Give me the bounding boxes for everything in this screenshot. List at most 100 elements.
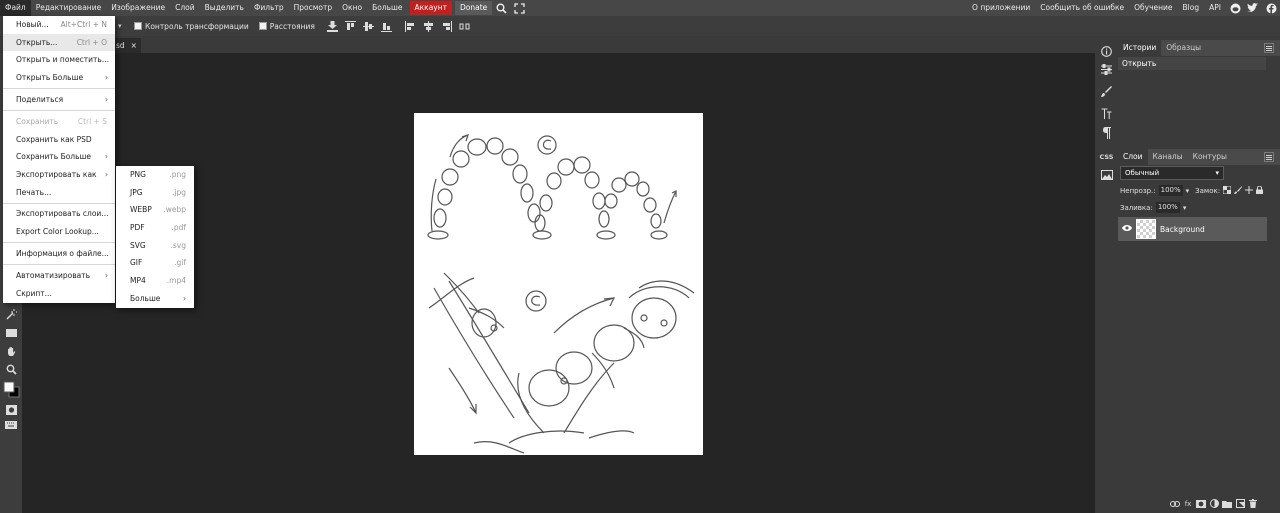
- rectangle-shape-icon[interactable]: [3, 326, 19, 340]
- quick-mask-icon[interactable]: [3, 403, 19, 417]
- link-api[interactable]: API: [1204, 0, 1226, 16]
- layer-item[interactable]: Background: [1118, 217, 1267, 241]
- info-icon[interactable]: [1098, 44, 1115, 59]
- history-item[interactable]: Открыть: [1118, 57, 1266, 70]
- adjustment-icon[interactable]: [1209, 499, 1219, 508]
- export-png[interactable]: PNG .png: [116, 166, 194, 184]
- fx-icon[interactable]: fx: [1183, 499, 1193, 508]
- menu-item-save-more[interactable]: Сохранить Больше ›: [3, 148, 115, 165]
- donate-button[interactable]: Donate: [455, 1, 493, 15]
- menu-view[interactable]: Просмотр: [289, 0, 338, 16]
- tab-paths[interactable]: Контуры: [1188, 149, 1232, 165]
- align-bottom-icon[interactable]: [379, 18, 395, 34]
- export-pdf[interactable]: PDF .pdf: [116, 219, 194, 237]
- panel-menu-icon[interactable]: [1264, 152, 1274, 162]
- lock-transparency-icon[interactable]: [1222, 185, 1232, 196]
- tab-swatches[interactable]: Образцы: [1161, 40, 1206, 56]
- menu-filter[interactable]: Фильтр: [249, 0, 289, 16]
- align-middle-icon[interactable]: [361, 18, 377, 34]
- menu-item-open-place[interactable]: Открыть и поместить...: [3, 51, 115, 68]
- menu-file[interactable]: Файл: [0, 0, 31, 16]
- checkbox-box[interactable]: [134, 22, 142, 30]
- magic-wand-icon[interactable]: [3, 307, 19, 321]
- tab-layers[interactable]: Слои: [1118, 149, 1148, 165]
- account-button[interactable]: Аккаунт: [409, 1, 453, 15]
- css-icon[interactable]: CSS: [1098, 149, 1115, 164]
- export-mp4[interactable]: MP4 .mp4: [116, 272, 194, 290]
- facebook-icon[interactable]: [1262, 0, 1280, 16]
- menu-item-export-layers[interactable]: Экспортировать слои...: [3, 205, 115, 222]
- fullscreen-icon[interactable]: [510, 0, 528, 16]
- zoom-icon[interactable]: [3, 362, 19, 376]
- lock-all-icon[interactable]: [1256, 185, 1264, 196]
- export-jpg[interactable]: JPG .jpg: [116, 184, 194, 202]
- menu-select[interactable]: Выделить: [200, 0, 249, 16]
- align-left-icon[interactable]: [403, 18, 419, 34]
- align-center-icon[interactable]: [421, 18, 437, 34]
- export-svg[interactable]: SVG .svg: [116, 237, 194, 255]
- canvas-document[interactable]: [414, 113, 703, 455]
- image-icon[interactable]: [1098, 167, 1115, 182]
- reddit-icon[interactable]: [1226, 0, 1244, 16]
- export-format-label: GIF: [130, 258, 143, 267]
- export-gif[interactable]: GIF .gif: [116, 254, 194, 272]
- brush-icon[interactable]: [1098, 84, 1115, 99]
- transform-control-checkbox[interactable]: Контроль трансформации: [134, 22, 249, 31]
- search-icon[interactable]: [492, 0, 510, 16]
- folder-icon[interactable]: [1222, 499, 1232, 508]
- menu-item-export-color-lookup[interactable]: Export Color Lookup...: [3, 223, 115, 240]
- menu-item-share[interactable]: Поделиться ›: [3, 91, 115, 108]
- download-icon[interactable]: [325, 18, 341, 34]
- panel-menu-icon[interactable]: [1264, 43, 1274, 53]
- new-layer-icon[interactable]: [1235, 499, 1245, 508]
- keyboard-icon[interactable]: [3, 418, 19, 432]
- tab-history[interactable]: Истории: [1118, 40, 1162, 56]
- align-right-icon[interactable]: [439, 18, 455, 34]
- eye-icon[interactable]: [1122, 224, 1132, 234]
- lock-move-icon[interactable]: [1245, 185, 1254, 196]
- menu-item-file-info[interactable]: Информация о файле...: [3, 245, 115, 262]
- menu-item-print[interactable]: Печать...: [3, 184, 115, 201]
- fill-input[interactable]: 100%: [1155, 202, 1180, 213]
- export-webp[interactable]: WEBP .webp: [116, 201, 194, 219]
- text-icon[interactable]: [1098, 106, 1115, 121]
- menu-window[interactable]: Окно: [337, 0, 367, 16]
- tab-channels[interactable]: Каналы: [1148, 149, 1188, 165]
- link-learn[interactable]: Обучение: [1129, 0, 1177, 16]
- tool-options-chevron-icon[interactable]: ▾: [118, 22, 126, 30]
- menu-item-save-psd[interactable]: Сохранить как PSD: [3, 131, 115, 148]
- paragraph-icon[interactable]: [1098, 125, 1115, 140]
- delete-icon[interactable]: [1248, 499, 1258, 508]
- menu-layer[interactable]: Слой: [170, 0, 200, 16]
- close-icon[interactable]: ×: [131, 41, 137, 50]
- menu-image[interactable]: Изображение: [106, 0, 170, 16]
- adjustments-icon[interactable]: [1098, 62, 1115, 77]
- align-top-icon[interactable]: [343, 18, 359, 34]
- menu-item-open-more[interactable]: Открыть Больше ›: [3, 69, 115, 86]
- menu-item-save[interactable]: Сохранить Ctrl + S: [3, 113, 115, 130]
- menu-item-automate[interactable]: Автоматизировать ›: [3, 267, 115, 284]
- opacity-input[interactable]: 100%: [1158, 185, 1183, 196]
- hand-icon[interactable]: [3, 344, 19, 358]
- mask-icon[interactable]: [1196, 499, 1206, 508]
- menu-item-open[interactable]: Открыть... Ctrl + O: [3, 34, 115, 51]
- menu-item-script[interactable]: Скрипт...: [3, 285, 115, 302]
- color-swatches-icon[interactable]: [3, 381, 21, 399]
- distribute-icon[interactable]: [457, 18, 473, 34]
- menu-item-export-as[interactable]: Экспортировать как ›: [3, 166, 115, 183]
- blend-mode-select[interactable]: Обычный ▾: [1120, 166, 1224, 180]
- link-report-bug[interactable]: Сообщить об ошибке: [1035, 0, 1129, 16]
- export-more[interactable]: Больше ›: [116, 290, 194, 308]
- link-icon[interactable]: [1170, 499, 1180, 508]
- link-about[interactable]: О приложении: [967, 0, 1035, 16]
- link-blog[interactable]: Blog: [1178, 0, 1205, 16]
- twitter-icon[interactable]: [1244, 0, 1262, 16]
- menu-item-new[interactable]: Новый... Alt+Ctrl + N: [3, 16, 115, 33]
- menu-more[interactable]: Больше: [367, 0, 407, 16]
- distances-checkbox[interactable]: Расстояния: [258, 22, 315, 31]
- lock-paint-icon[interactable]: [1234, 185, 1243, 196]
- checkbox-box[interactable]: [258, 22, 267, 30]
- menu-edit[interactable]: Редактирование: [31, 0, 106, 16]
- fill-dropdown-icon[interactable]: ▾: [1183, 204, 1187, 212]
- opacity-dropdown-icon[interactable]: ▾: [1186, 187, 1190, 195]
